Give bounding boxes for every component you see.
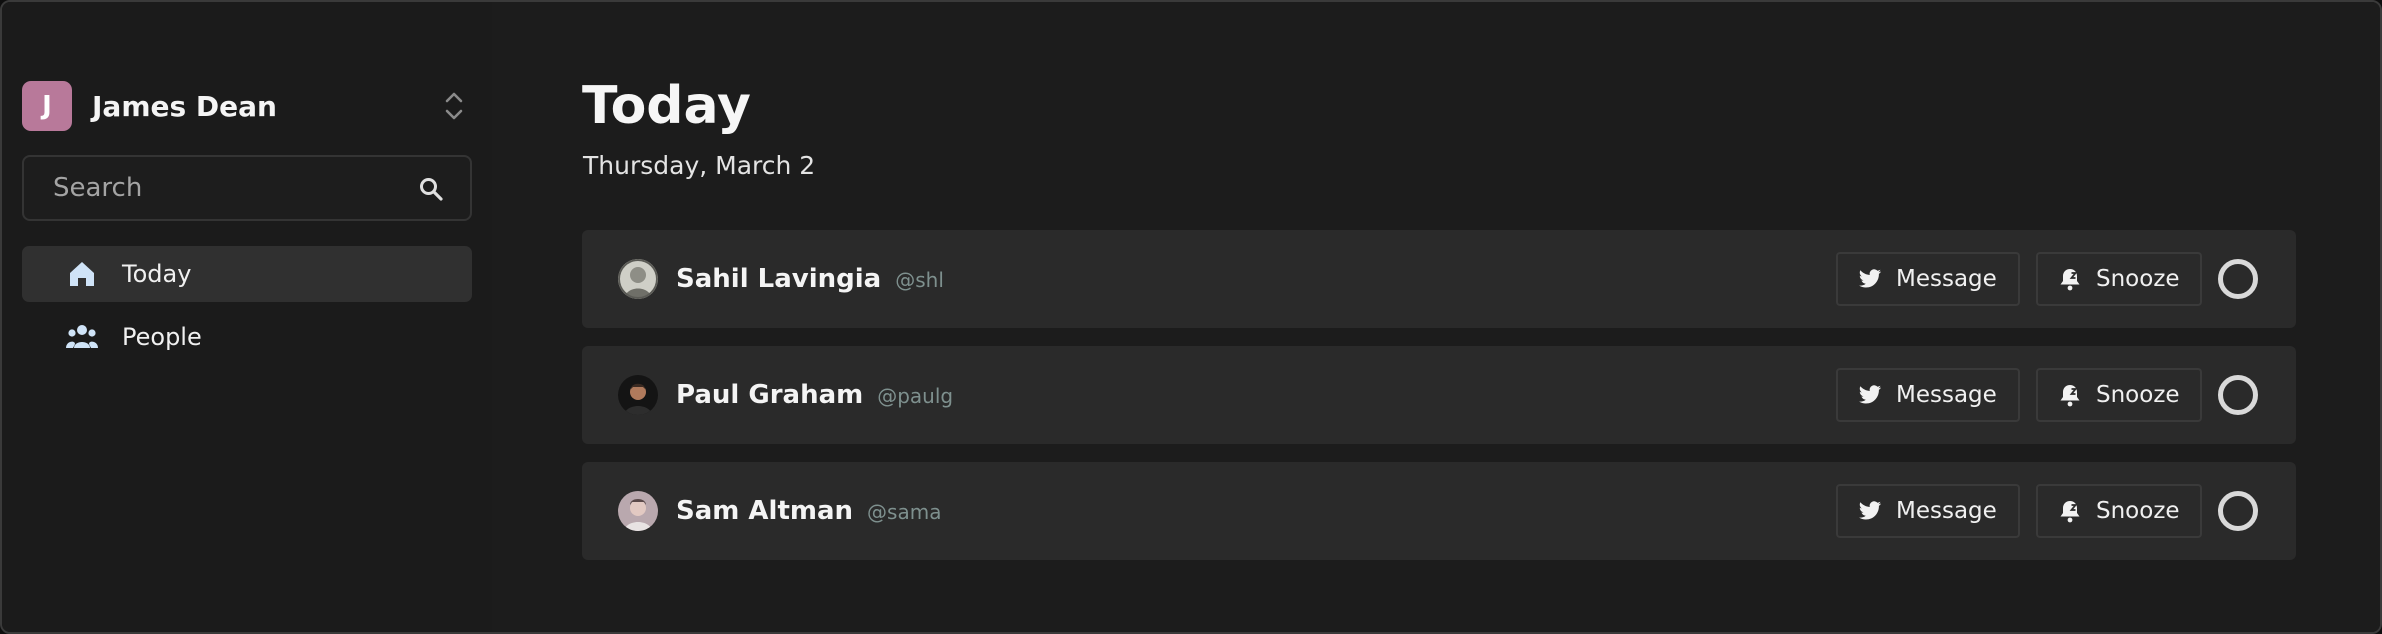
page-title: Today: [582, 76, 751, 136]
person-name-text: Sahil Lavingia: [676, 264, 882, 294]
sidebar-item-today[interactable]: Today: [22, 246, 472, 302]
chevron-up-down-icon[interactable]: [442, 88, 466, 124]
sidebar-item-label: People: [122, 323, 202, 351]
avatar: [618, 491, 658, 531]
snooze-button[interactable]: Snooze: [2036, 368, 2202, 422]
list-item: Sahil Lavingia @shl Message Snooze: [582, 230, 2296, 328]
message-button[interactable]: Message: [1836, 252, 2020, 306]
snooze-bell-icon: [2058, 499, 2082, 523]
snooze-button[interactable]: Snooze: [2036, 252, 2202, 306]
twitter-icon: [1858, 499, 1882, 523]
account-avatar: J: [22, 81, 72, 131]
sidebar-item-label: Today: [122, 260, 192, 288]
search-icon[interactable]: [418, 176, 444, 202]
twitter-icon: [1858, 267, 1882, 291]
twitter-icon: [1858, 383, 1882, 407]
message-button-label: Message: [1896, 382, 1997, 408]
snooze-bell-icon: [2058, 383, 2082, 407]
snooze-bell-icon: [2058, 267, 2082, 291]
message-button[interactable]: Message: [1836, 484, 2020, 538]
complete-checkbox[interactable]: [2218, 259, 2258, 299]
app-window: J James Dean Search Today People Today T…: [0, 0, 2382, 634]
account-switcher[interactable]: J James Dean: [22, 80, 466, 132]
person-handle: @sama: [867, 500, 942, 524]
search-input[interactable]: Search: [22, 155, 472, 221]
snooze-button-label: Snooze: [2096, 382, 2180, 408]
snooze-button[interactable]: Snooze: [2036, 484, 2202, 538]
complete-checkbox[interactable]: [2218, 491, 2258, 531]
message-button-label: Message: [1896, 498, 1997, 524]
snooze-button-label: Snooze: [2096, 498, 2180, 524]
list-item: Sam Altman @sama Message Snooze: [582, 462, 2296, 560]
avatar: [618, 375, 658, 415]
page-date: Thursday, March 2: [583, 151, 816, 180]
message-button[interactable]: Message: [1836, 368, 2020, 422]
sidebar: J James Dean Search Today People: [2, 2, 492, 632]
person-name: Sahil Lavingia @shl: [676, 264, 944, 294]
sidebar-item-people[interactable]: People: [22, 309, 472, 365]
person-name: Sam Altman @sama: [676, 496, 941, 526]
account-name: James Dean: [92, 89, 277, 123]
search-placeholder: Search: [53, 173, 143, 203]
person-handle: @shl: [895, 268, 944, 292]
message-button-label: Message: [1896, 266, 1997, 292]
home-icon: [66, 258, 98, 290]
snooze-button-label: Snooze: [2096, 266, 2180, 292]
people-icon: [66, 321, 98, 353]
person-handle: @paulg: [877, 384, 954, 408]
main-content: Today Thursday, March 2 Sahil Lavingia @s…: [492, 2, 2380, 632]
person-name-text: Paul Graham: [676, 380, 864, 410]
avatar: [618, 259, 658, 299]
person-name-text: Sam Altman: [676, 496, 854, 526]
complete-checkbox[interactable]: [2218, 375, 2258, 415]
person-name: Paul Graham @paulg: [676, 380, 953, 410]
list-item: Paul Graham @paulg Message Snooze: [582, 346, 2296, 444]
